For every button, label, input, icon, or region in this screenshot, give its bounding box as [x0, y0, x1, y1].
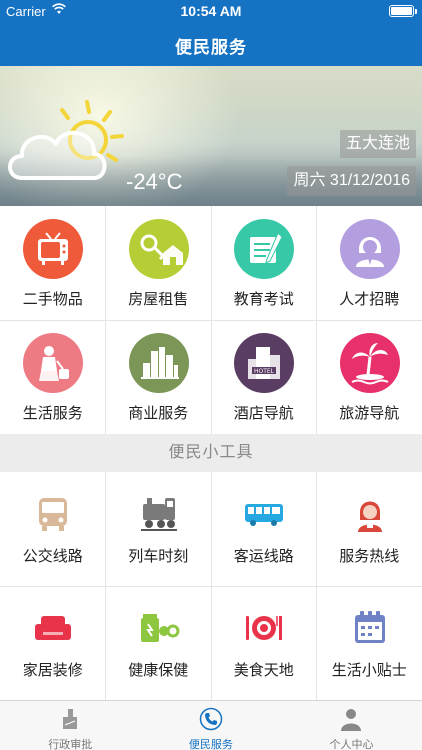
temperature-text: -24°C	[126, 169, 183, 194]
person-icon	[339, 219, 400, 279]
approval-icon	[63, 709, 77, 729]
category-label: 二手物品	[22, 291, 83, 308]
tab-approval[interactable]: 行政审批	[0, 701, 141, 750]
category-hotel[interactable]: HOTEL 酒店导航	[211, 320, 317, 434]
tab-label: 个人中心	[329, 739, 374, 750]
section-header: 便民小工具	[0, 434, 422, 472]
document-pen-icon	[234, 219, 294, 279]
service-woman-icon	[357, 501, 382, 532]
tool-label: 列车时刻	[128, 548, 189, 565]
tool-service-hotline[interactable]: 服务热线	[317, 472, 422, 586]
category-label: 生活服务	[22, 405, 83, 422]
tool-coach-route[interactable]: 客运线路	[211, 472, 317, 586]
house-key-icon	[128, 219, 189, 279]
city-buildings-icon	[128, 333, 189, 393]
app-screen: Carrier 10:54 AM 便民服务 -24°C 五大连池 周六 31/1…	[0, 0, 422, 750]
train-icon	[140, 498, 177, 531]
svg-text:HOTEL: HOTEL	[254, 368, 275, 375]
category-label: 酒店导航	[233, 405, 294, 422]
tab-profile[interactable]: 个人中心	[281, 701, 422, 750]
tv-icon	[23, 219, 83, 279]
category-label: 旅游导航	[339, 405, 400, 422]
palm-island-icon	[339, 333, 400, 393]
category-life-service[interactable]: 生活服务	[0, 320, 106, 434]
hotel-icon: HOTEL	[234, 333, 294, 393]
tool-label: 生活小贴士	[331, 662, 407, 679]
city-badge[interactable]: 五大连池	[339, 130, 416, 158]
tool-life-tips[interactable]: 生活小贴士	[317, 586, 422, 700]
tool-label: 客运线路	[233, 548, 294, 565]
tool-health-care[interactable]: 健康保健	[106, 586, 212, 700]
status-bar: Carrier 10:54 AM	[0, 0, 422, 22]
tool-label: 美食天地	[233, 662, 294, 679]
tool-label: 健康保健	[128, 662, 189, 679]
calendar-icon	[354, 611, 385, 643]
sofa-icon	[35, 616, 71, 640]
weather-banner: -24°C 五大连池 周六 31/12/2016	[0, 66, 422, 206]
category-second-hand[interactable]: 二手物品	[0, 206, 106, 320]
coach-icon	[245, 504, 283, 526]
tab-label: 行政审批	[48, 739, 93, 750]
category-label: 教育考试	[233, 291, 294, 308]
category-travel[interactable]: 旅游导航	[317, 320, 422, 434]
date-badge: 周六 31/12/2016	[287, 166, 416, 196]
user-icon	[341, 709, 362, 731]
tools-grid: 公交线路 列车时刻 客运线路 服务热线 家居装修 健康保健 美食天地 生活小贴士	[0, 472, 422, 700]
cleaning-lady-icon	[23, 333, 83, 393]
category-house-rent[interactable]: 房屋租售	[106, 206, 212, 320]
bus-icon	[39, 498, 67, 531]
category-education[interactable]: 教育考试	[211, 206, 317, 320]
status-time: 10:54 AM	[180, 3, 242, 19]
tool-food-world[interactable]: 美食天地	[211, 586, 317, 700]
tool-home-decor[interactable]: 家居装修	[0, 586, 106, 700]
tab-bar: 行政审批 便民服务 个人中心	[0, 700, 422, 750]
cloud-sun-icon	[8, 100, 124, 180]
tool-label: 服务热线	[339, 548, 400, 565]
tab-label: 便民服务	[188, 739, 233, 750]
tool-label: 公交线路	[22, 548, 83, 565]
dining-plate-icon	[246, 616, 282, 640]
tab-convenience[interactable]: 便民服务	[141, 701, 282, 750]
pill-bottle-icon	[140, 614, 179, 642]
page-title: 便民服务	[175, 38, 247, 57]
phone-service-icon	[199, 707, 222, 731]
category-label: 房屋租售	[128, 291, 189, 308]
category-grid: 二手物品 房屋租售 教育考试 人才招聘 生活服务 商业服务 HOTEL 酒店导航…	[0, 206, 422, 434]
tool-train-schedule[interactable]: 列车时刻	[106, 472, 212, 586]
category-label: 商业服务	[128, 405, 189, 422]
category-recruitment[interactable]: 人才招聘	[317, 206, 422, 320]
battery-icon	[389, 5, 417, 17]
tool-label: 家居装修	[22, 662, 83, 679]
nav-header: Carrier 10:54 AM 便民服务	[0, 0, 422, 66]
tool-bus-route[interactable]: 公交线路	[0, 472, 106, 586]
category-label: 人才招聘	[339, 291, 400, 308]
category-business[interactable]: 商业服务	[106, 320, 212, 434]
